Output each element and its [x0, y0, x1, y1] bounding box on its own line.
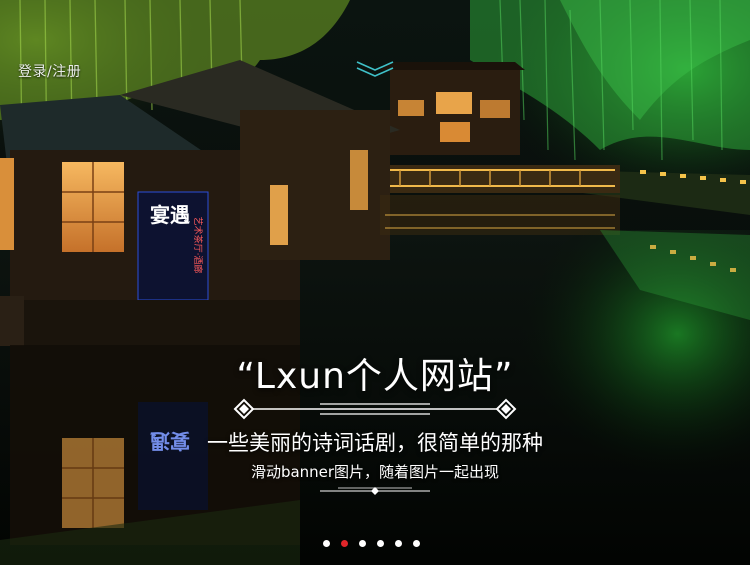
carousel-pagination	[323, 540, 420, 547]
title-divider-ornament	[233, 398, 517, 420]
banner-carousel: 宴遇 艺术茶厅·酒廊 宴遇 登录/注册 “Lxun个人网站” 一些美丽的诗词话剧…	[0, 0, 750, 565]
carousel-dot-2[interactable]	[341, 540, 348, 547]
neon-sign-side-text: 艺术茶厅·酒廊	[192, 217, 204, 274]
neon-sign-text: 宴遇	[150, 203, 190, 227]
carousel-dot-3[interactable]	[359, 540, 366, 547]
carousel-dot-1[interactable]	[323, 540, 330, 547]
description-divider-ornament	[320, 487, 430, 495]
chevron-down-icon[interactable]	[355, 60, 395, 78]
banner-subtitle: 一些美丽的诗词话剧，很简单的那种	[207, 431, 543, 455]
carousel-dot-4[interactable]	[377, 540, 384, 547]
carousel-dot-6[interactable]	[413, 540, 420, 547]
login-register-link[interactable]: 登录/注册	[18, 61, 81, 81]
carousel-dot-5[interactable]	[395, 540, 402, 547]
banner-title: “Lxun个人网站”	[236, 356, 514, 397]
banner-description: 滑动banner图片，随着图片一起出现	[250, 463, 500, 481]
